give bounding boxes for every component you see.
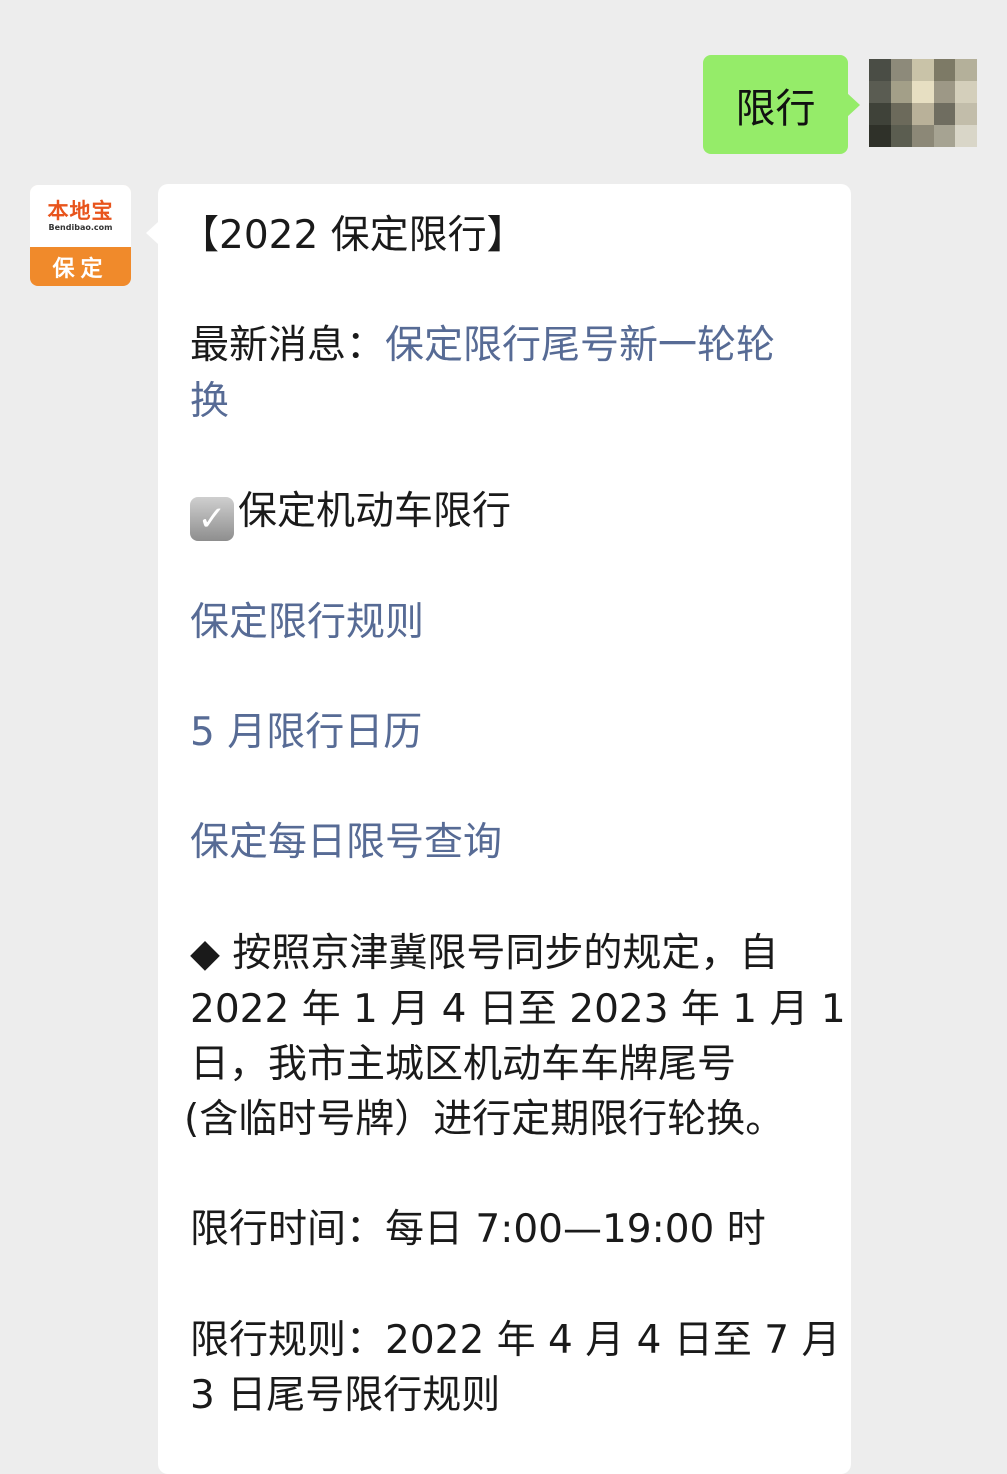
message-title: 【2022 保定限行】: [180, 213, 526, 258]
para-line: ◆ 按照京津冀限号同步的规定，自: [190, 931, 779, 976]
latest-news-label: 最新消息：: [190, 323, 386, 368]
outgoing-message-text: 限行: [735, 85, 816, 132]
rule-line: 限行规则：2022 年 4 月 4 日至 7 月: [190, 1318, 841, 1363]
rule-line: 3 日尾号限行规则: [190, 1373, 501, 1418]
time-line: 限行时间：每日 7:00—19:00 时: [190, 1207, 766, 1252]
latest-news-link-cont[interactable]: 换: [190, 374, 229, 430]
para-line: (含临时号牌）进行定期限行轮换。: [184, 1097, 785, 1142]
bot-avatar-city: 保定: [30, 247, 131, 286]
checkbox-checked-icon: ✓: [190, 497, 234, 541]
incoming-message-bubble[interactable]: 【2022 保定限行】 最新消息：保定限行尾号新一轮轮 换 ✓ 保定机动车限行 保…: [146, 184, 851, 1474]
bot-avatar-url: Bendibao.com: [48, 223, 113, 232]
latest-news-line: 最新消息：保定限行尾号新一轮轮: [190, 318, 775, 374]
para-line: 日，我市主城区机动车车牌尾号: [190, 1042, 737, 1087]
bot-avatar[interactable]: 本地宝 Bendibao.com 保定: [30, 185, 131, 286]
link-calendar[interactable]: 5 月限行日历: [190, 705, 422, 761]
section-heading: ✓ 保定机动车限行: [190, 484, 511, 541]
user-avatar[interactable]: [869, 59, 977, 147]
bot-avatar-brand: 本地宝: [47, 199, 114, 223]
section-heading-text: 保定机动车限行: [238, 489, 512, 534]
outgoing-message-bubble[interactable]: 限行: [703, 55, 860, 154]
link-daily-query[interactable]: 保定每日限号查询: [190, 815, 502, 871]
latest-news-link[interactable]: 保定限行尾号新一轮轮: [385, 323, 775, 368]
bot-avatar-logo: 本地宝 Bendibao.com: [30, 185, 131, 247]
link-rules[interactable]: 保定限行规则: [190, 595, 424, 651]
para-line: 2022 年 1 月 4 日至 2023 年 1 月 1: [190, 987, 846, 1032]
